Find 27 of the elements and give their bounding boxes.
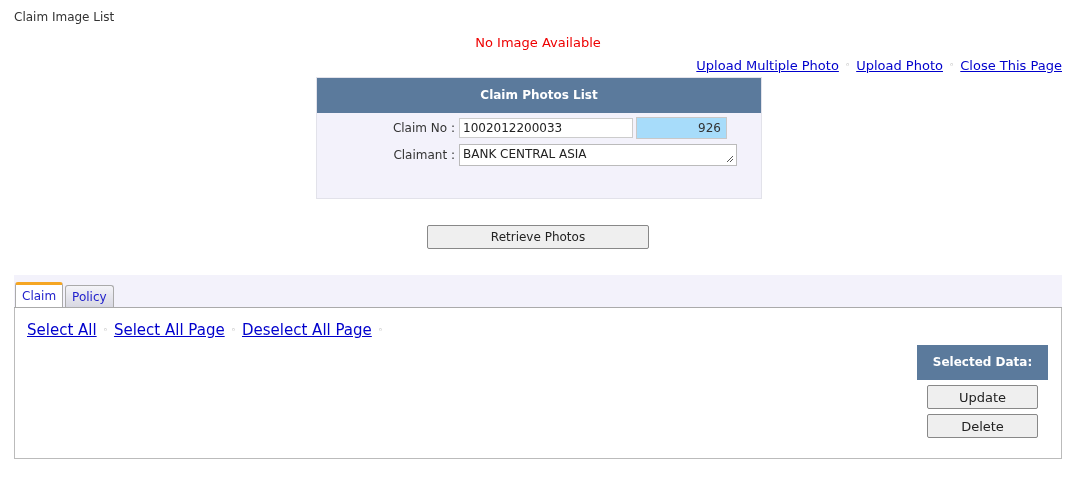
- resize-grip-icon[interactable]: [726, 155, 734, 163]
- panel-header: Claim Photos List: [317, 78, 761, 113]
- separator: ◦: [377, 325, 384, 335]
- claimant-label: Claimant :: [392, 148, 456, 162]
- selected-data-header: Selected Data:: [917, 345, 1048, 380]
- claim-no-field[interactable]: 1002012200033: [459, 118, 633, 138]
- claimant-field[interactable]: BANK CENTRAL ASIA: [459, 144, 737, 166]
- tab[interactable]: Policy: [65, 285, 114, 307]
- link[interactable]: Select All: [27, 321, 97, 339]
- link[interactable]: Upload Multiple Photo: [696, 57, 839, 73]
- claim-no-label: Claim No :: [391, 121, 456, 135]
- no-image-notice: No Image Available: [474, 35, 602, 52]
- retrieve-photos-button[interactable]: Retrieve Photos: [427, 225, 649, 249]
- claimant-value: BANK CENTRAL ASIA: [463, 147, 587, 161]
- separator: ◦: [102, 325, 108, 335]
- delete-button[interactable]: Delete: [927, 414, 1038, 438]
- update-button[interactable]: Update: [927, 385, 1038, 409]
- separator: ◦: [948, 60, 955, 70]
- link[interactable]: Upload Photo: [856, 57, 943, 73]
- link[interactable]: Select All Page: [113, 321, 225, 339]
- page-title: Claim Image List: [14, 10, 116, 26]
- link[interactable]: Close This Page: [960, 57, 1062, 73]
- tab[interactable]: Claim: [15, 282, 64, 307]
- separator: ◦: [230, 325, 236, 335]
- separator: ◦: [844, 60, 851, 70]
- link[interactable]: Deselect All Page: [242, 321, 372, 339]
- photo-count-field: 926: [636, 117, 727, 139]
